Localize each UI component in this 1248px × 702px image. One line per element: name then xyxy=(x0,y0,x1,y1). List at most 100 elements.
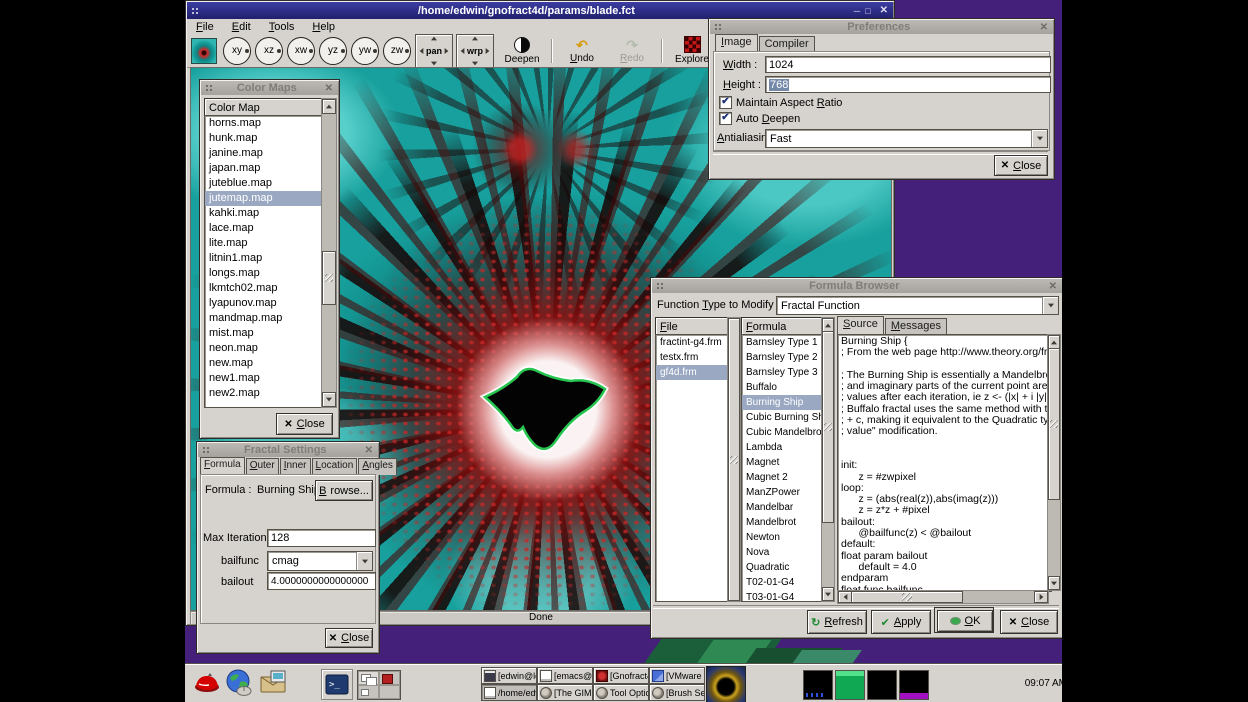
close-icon[interactable]: ✕ xyxy=(880,5,888,16)
explore-button[interactable]: Explore xyxy=(673,36,711,65)
spin-down-icon[interactable] xyxy=(472,61,478,65)
scroll-down-button[interactable] xyxy=(822,587,834,601)
antialiasing-combo[interactable]: Fast xyxy=(765,129,1048,148)
close-button[interactable]: ✕ Close xyxy=(994,155,1048,176)
formula-list-item[interactable]: Mandelbrot xyxy=(742,515,822,530)
formula-list-item[interactable]: Burning Ship xyxy=(742,395,822,410)
scroll-down-button[interactable] xyxy=(1048,576,1060,590)
colormap-list-item[interactable]: lkmtch02.map xyxy=(205,281,322,296)
window-menu-icon[interactable] xyxy=(191,7,199,15)
colormap-list-item[interactable]: lyapunov.map xyxy=(205,296,322,311)
workspace-1[interactable] xyxy=(358,671,379,685)
tab-source[interactable]: Source xyxy=(837,316,884,334)
colormap-list-item[interactable]: new1.map xyxy=(205,371,322,386)
redo-button[interactable]: ↷ Redo xyxy=(613,38,651,64)
colormap-list-item[interactable]: japan.map xyxy=(205,161,322,176)
dropdown-button[interactable] xyxy=(1031,130,1047,147)
formula-list-scrollbar[interactable] xyxy=(821,317,835,602)
colormap-list-item[interactable]: new2.map xyxy=(205,386,322,401)
scrollbar-thumb[interactable] xyxy=(728,318,740,601)
dropdown-button[interactable] xyxy=(356,552,372,570)
apply-button[interactable]: ✔ Apply xyxy=(871,610,931,634)
colormap-scrollbar[interactable] xyxy=(321,98,337,408)
workspace-4[interactable] xyxy=(379,685,400,699)
workspace-pager[interactable] xyxy=(357,670,401,700)
main-window-titlebar[interactable]: /home/edwin/gnofract4d/params/blade.fct … xyxy=(187,2,893,19)
rotate-xy-button[interactable]: xy xyxy=(223,37,251,65)
window-menu-icon[interactable] xyxy=(714,23,722,31)
color-maps-titlebar[interactable]: Color Maps ✕ xyxy=(201,81,338,95)
colormap-list-item[interactable]: kahki.map xyxy=(205,206,322,221)
colormap-list-item[interactable]: neon.map xyxy=(205,341,322,356)
preferences-titlebar[interactable]: Preferences ✕ xyxy=(710,20,1053,34)
fractal-thumbnail[interactable] xyxy=(706,666,746,702)
window-menu-icon[interactable] xyxy=(202,446,210,454)
formula-list-item[interactable]: T02-01-G4 xyxy=(742,575,822,590)
colormap-list-item[interactable]: longs.map xyxy=(205,266,322,281)
close-button[interactable]: ✕ Close xyxy=(276,413,333,435)
menu-tools[interactable]: Tools xyxy=(260,21,304,33)
formula-list-item[interactable]: Cubic Burning Ship xyxy=(742,410,822,425)
scroll-right-button[interactable] xyxy=(1034,591,1048,603)
tab-image[interactable]: Image xyxy=(715,34,758,52)
browse-button[interactable]: Browse... xyxy=(315,480,373,501)
colormap-list-item[interactable]: litnin1.map xyxy=(205,251,322,266)
tab-location[interactable]: Location xyxy=(312,458,358,475)
scroll-left-button[interactable] xyxy=(838,591,852,603)
formula-browser-titlebar[interactable]: Formula Browser ✕ xyxy=(652,279,1062,293)
colormap-list-item[interactable]: lace.map xyxy=(205,221,322,236)
task-button[interactable]: [Gnofract4 xyxy=(593,667,649,684)
scroll-up-button[interactable] xyxy=(1048,335,1060,349)
width-field[interactable]: 1024 xyxy=(765,56,1051,73)
spin-left-icon[interactable] xyxy=(461,48,465,54)
wrp-spinner[interactable]: wrp xyxy=(456,34,494,68)
email-icon[interactable] xyxy=(259,669,289,695)
source-vscrollbar[interactable] xyxy=(1047,334,1061,591)
workspace-2[interactable] xyxy=(379,671,400,685)
rotate-yz-button[interactable]: yz xyxy=(319,37,347,65)
task-button[interactable]: Tool Optic xyxy=(593,684,649,701)
task-button[interactable]: [edwin@lc xyxy=(481,667,537,684)
colormap-list-item[interactable]: lite.map xyxy=(205,236,322,251)
source-hscrollbar[interactable] xyxy=(837,590,1049,604)
window-menu-icon[interactable] xyxy=(205,84,213,92)
net-monitor-applet[interactable] xyxy=(867,670,897,700)
scrollbar-thumb[interactable] xyxy=(322,251,336,305)
formula-list-item[interactable]: ManZPower xyxy=(742,485,822,500)
minimize-icon[interactable]: ─ xyxy=(854,6,860,16)
colormap-list-item[interactable]: mist.map xyxy=(205,326,322,341)
scrollbar-thumb[interactable] xyxy=(1048,348,1060,500)
bailfunc-combo[interactable]: cmag xyxy=(267,551,373,571)
spin-up-icon[interactable] xyxy=(431,36,437,40)
formula-list-item[interactable]: Quadratic xyxy=(742,560,822,575)
swap-monitor-applet[interactable] xyxy=(899,670,929,700)
deepen-button[interactable]: Deepen xyxy=(503,37,541,65)
rotate-xz-button[interactable]: xz xyxy=(255,37,283,65)
close-button[interactable]: ✕ Close xyxy=(1000,610,1058,634)
cpu-monitor-applet[interactable] xyxy=(803,670,833,700)
tab-compiler[interactable]: Compiler xyxy=(759,36,815,52)
tab-outer[interactable]: Outer xyxy=(246,458,279,475)
task-button[interactable]: [Brush Se xyxy=(649,684,705,701)
colormap-list-item[interactable]: horns.map xyxy=(205,116,322,131)
source-code-view[interactable]: Burning Ship {; From the web page http:/… xyxy=(837,334,1052,592)
rotate-zw-button[interactable]: zw xyxy=(383,37,411,65)
fractal-settings-titlebar[interactable]: Fractal Settings ✕ xyxy=(198,443,378,457)
close-icon[interactable]: ✕ xyxy=(365,445,373,456)
undo-button[interactable]: ↶ Undo xyxy=(563,38,601,64)
workspace-3[interactable] xyxy=(358,685,379,699)
maximize-icon[interactable]: □ xyxy=(865,6,870,16)
colormap-list-item[interactable]: janine.map xyxy=(205,146,322,161)
tab-messages[interactable]: Messages xyxy=(885,318,947,334)
close-icon[interactable]: ✕ xyxy=(1049,281,1057,292)
formula-list-item[interactable]: Barnsley Type 2 xyxy=(742,350,822,365)
formula-list-item[interactable]: Barnsley Type 3 xyxy=(742,365,822,380)
file-list-item[interactable]: gf4d.frm xyxy=(656,365,728,380)
formula-list-item[interactable]: Magnet 2 xyxy=(742,470,822,485)
task-button[interactable]: [The GIMI xyxy=(537,684,593,701)
scrollbar-thumb[interactable] xyxy=(822,331,834,523)
tab-formula[interactable]: Formula xyxy=(200,457,245,475)
formula-list-item[interactable]: Lambda xyxy=(742,440,822,455)
colormap-list-item[interactable]: juteblue.map xyxy=(205,176,322,191)
max-iterations-field[interactable]: 128 xyxy=(267,529,376,547)
